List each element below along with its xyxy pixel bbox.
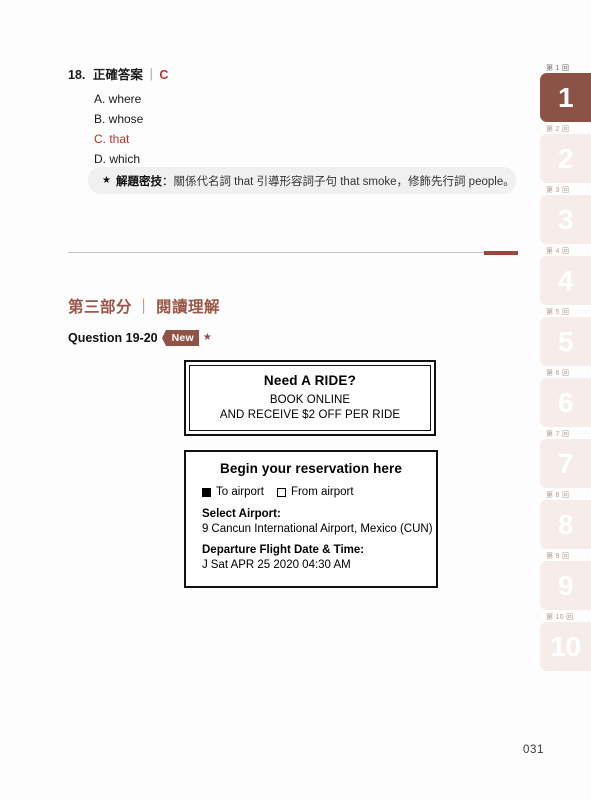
question-18-answer-label: 正確答案	[92, 68, 143, 82]
question-18-options: A. where B. whose C. that D. which	[94, 89, 518, 169]
star-icon: ★	[102, 174, 111, 186]
sidebar-item-chapter-1[interactable]: 第 1 回 1	[540, 64, 591, 125]
sidebar-item-chapter-2[interactable]: 第 2 回 2	[540, 125, 591, 186]
departure-datetime-label: Departure Flight Date & Time:	[202, 544, 365, 556]
badge-star-icon: ★	[202, 332, 212, 343]
sidebar-item-chapter-7[interactable]: 第 7 回 7	[540, 430, 591, 491]
option-b[interactable]: B. whose	[94, 109, 518, 129]
part-heading-title: 閱讀理解	[156, 299, 221, 316]
option-c[interactable]: C. that	[94, 129, 518, 149]
advertisement-title: Need A RIDE?	[263, 373, 357, 388]
chapter-8-number: 8	[557, 508, 574, 540]
chapter-7-label: 第 7 回	[546, 431, 570, 438]
section-divider	[68, 250, 518, 255]
question-18-block: 18. 正確答案｜ C A. where B. whose C. that D. …	[68, 66, 518, 169]
advertisement-line-1: BOOK ONLINE	[269, 394, 351, 406]
divider-accent-mark	[484, 250, 518, 255]
chapter-4-label: 第 4 回	[546, 248, 570, 255]
chapter-2-label: 第 2 回	[546, 126, 570, 133]
status-badge: New	[161, 330, 199, 346]
sidebar-item-chapter-10[interactable]: 第 10 回 10	[540, 613, 591, 674]
question-range-line: Question 19-20 New ★	[68, 330, 212, 346]
select-airport-value[interactable]: 9 Cancun International Airport, Mexico (C…	[202, 523, 433, 535]
question-range-label: Question 19-20	[68, 331, 158, 345]
tip-colon: ：	[161, 175, 174, 188]
explanation-tip-bar: ★ 解題密技：關係代名詞 that 引導形容詞子句 that smoke，修飾先行…	[88, 167, 516, 194]
advertisement-box: Need A RIDE? BOOK ONLINE AND RECEIVE $2 …	[184, 360, 436, 436]
chapter-7-body: 7	[540, 439, 591, 488]
advertisement-line-2: AND RECEIVE $2 OFF PER RIDE	[219, 409, 401, 421]
option-a[interactable]: A. where	[94, 89, 518, 109]
checkbox-from-airport-icon[interactable]	[276, 487, 286, 497]
question-18-separator: ｜	[144, 68, 158, 82]
chapter-8-body: 8	[540, 500, 591, 549]
chapter-tab-rail: 第 1 回 1 第 2 回 2 第 3 回 3 第 4 回 4 第 5 回 5 …	[535, 0, 591, 800]
content-column: 18. 正確答案｜ C A. where B. whose C. that D. …	[0, 0, 543, 800]
page-title: 第三部分｜閱讀理解	[68, 295, 220, 317]
chapter-7-number: 7	[557, 447, 574, 479]
chapter-3-body: 3	[540, 195, 591, 244]
reservation-form-title: Begin your reservation here	[219, 461, 402, 476]
select-airport-label: Select Airport:	[202, 508, 281, 520]
reservation-form-box: Begin your reservation here To airport F…	[184, 450, 438, 588]
part-heading-part: 第三部分	[68, 299, 133, 316]
chapter-10-body: 10	[540, 622, 591, 671]
sidebar-item-chapter-8[interactable]: 第 8 回 8	[540, 491, 591, 552]
tip-title: 解題密技	[115, 175, 162, 188]
page-canvas: 18. 正確答案｜ C A. where B. whose C. that D. …	[0, 0, 591, 800]
sidebar-item-chapter-5[interactable]: 第 5 回 5	[540, 308, 591, 369]
sidebar-item-chapter-9[interactable]: 第 9 回 9	[540, 552, 591, 613]
sidebar-item-chapter-4[interactable]: 第 4 回 4	[540, 247, 591, 308]
chapter-8-label: 第 8 回	[546, 492, 570, 499]
chapter-6-number: 6	[557, 386, 574, 418]
tip-text: 關係代名詞 that 引導形容詞子句 that smoke，修飾先行詞 peop…	[173, 175, 515, 188]
departure-datetime-value[interactable]: J Sat APR 25 2020 04:30 AM	[202, 559, 420, 571]
chapter-5-body: 5	[540, 317, 591, 366]
airport-dropdown-marker-icon: 9	[202, 523, 209, 535]
chapter-1-number: 1	[557, 81, 574, 113]
chapter-9-label: 第 9 回	[546, 553, 570, 560]
chapter-1-body: 1	[540, 73, 591, 122]
chapter-10-label: 第 10 回	[546, 614, 574, 621]
chapter-2-body: 2	[540, 134, 591, 183]
advertisement-inner-frame: Need A RIDE? BOOK ONLINE AND RECEIVE $2 …	[189, 365, 431, 431]
option-d[interactable]: D. which	[94, 149, 518, 169]
checkbox-to-airport-label[interactable]: To airport	[216, 486, 264, 498]
chapter-5-number: 5	[557, 325, 574, 357]
chapter-9-number: 9	[557, 569, 574, 601]
chapter-3-number: 3	[557, 203, 574, 235]
departure-datetime-text: Sat APR 25 2020 04:30 AM	[210, 559, 351, 571]
question-18-header: 18. 正確答案｜ C	[68, 66, 518, 84]
sidebar-item-chapter-6[interactable]: 第 6 回 6	[540, 369, 591, 430]
chapter-1-label: 第 1 回	[546, 65, 570, 72]
airport-direction-options: To airport From airport	[202, 486, 420, 498]
chapter-5-label: 第 5 回	[546, 309, 570, 316]
question-18-number: 18.	[68, 68, 86, 82]
chapter-6-label: 第 6 回	[546, 370, 570, 377]
chapter-6-body: 6	[540, 378, 591, 427]
chapter-10-number: 10	[550, 630, 581, 662]
part-heading-separator: ｜	[136, 299, 153, 316]
checkbox-to-airport-icon[interactable]	[202, 487, 211, 497]
chapter-4-number: 4	[557, 264, 574, 296]
airport-name-text: Cancun International Airport, Mexico (CU…	[211, 523, 433, 535]
question-18-answer-value: C	[159, 68, 169, 82]
datetime-dropdown-marker-icon: J	[202, 559, 208, 571]
chapter-9-body: 9	[540, 561, 591, 610]
chapter-2-number: 2	[557, 142, 574, 174]
chapter-3-label: 第 3 回	[546, 187, 570, 194]
sidebar-item-chapter-3[interactable]: 第 3 回 3	[540, 186, 591, 247]
chapter-4-body: 4	[540, 256, 591, 305]
checkbox-from-airport-label[interactable]: From airport	[291, 486, 354, 498]
